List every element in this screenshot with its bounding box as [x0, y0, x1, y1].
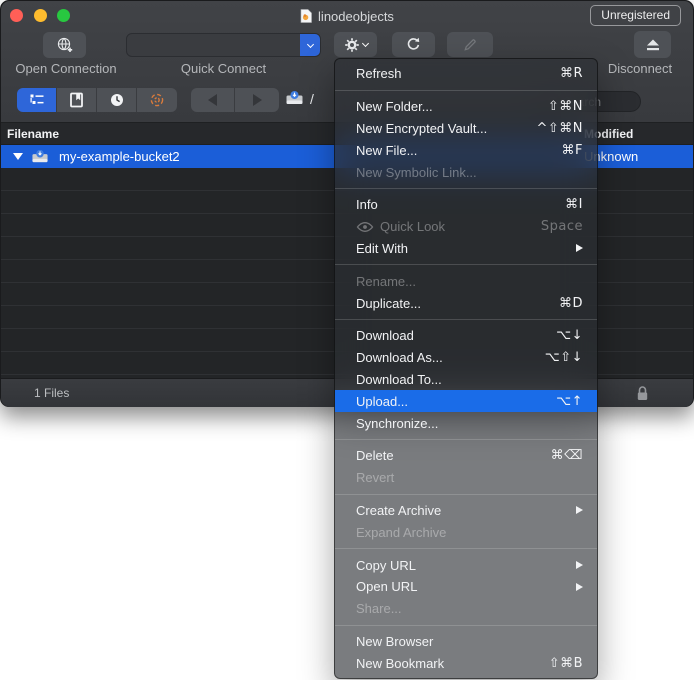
- menu-item-new-folder[interactable]: New Folder... ⇧⌘N: [335, 96, 597, 118]
- menu-item-refresh[interactable]: Refresh ⌘R: [335, 63, 597, 85]
- path-volume-icon[interactable]: [285, 89, 304, 107]
- menu-item-new-browser[interactable]: New Browser: [335, 631, 597, 653]
- view-segmented-control: [17, 88, 177, 112]
- refresh-icon: [405, 36, 422, 53]
- chevron-down-icon: [361, 39, 369, 48]
- menu-separator: [335, 264, 597, 266]
- back-button: [191, 88, 235, 112]
- lock-icon[interactable]: [635, 384, 650, 402]
- menu-item-download-to[interactable]: Download To...: [335, 369, 597, 391]
- bookmark-icon: [69, 92, 84, 108]
- document-proxy-icon: [300, 9, 312, 23]
- combo-dropdown-cap[interactable]: [300, 34, 320, 56]
- back-arrow-icon: [208, 94, 217, 106]
- menu-item-rename: Rename...: [356, 273, 416, 289]
- quick-connect-label: Quick Connect: [180, 61, 267, 76]
- bucket-name: my-example-bucket2: [59, 149, 180, 164]
- menu-separator: [335, 318, 597, 320]
- submenu-arrow-icon: [576, 244, 583, 253]
- file-count: 1 Files: [34, 386, 70, 400]
- menu-item-duplicate[interactable]: Duplicate... ⌘D: [335, 292, 597, 314]
- submenu-arrow-icon: [576, 506, 583, 515]
- menu-item-new-symbolic-link: New Symbolic Link...: [356, 164, 477, 180]
- forward-arrow-icon: [252, 94, 262, 106]
- menu-item-info[interactable]: Info ⌘I: [335, 194, 597, 216]
- outline-view-icon: [29, 92, 45, 108]
- menu-item-new-file[interactable]: New File... ⌘F: [335, 139, 597, 161]
- disconnect-button[interactable]: [634, 31, 671, 58]
- open-connection-button[interactable]: [43, 32, 86, 58]
- pencil-icon: [462, 37, 478, 53]
- menu-item-upload[interactable]: Upload... ⌥↑: [335, 390, 597, 413]
- menu-item-create-archive[interactable]: Create Archive: [335, 500, 597, 522]
- menu-item-share: Share...: [356, 601, 402, 617]
- menu-item-new-encrypted-vault[interactable]: New Encrypted Vault... ^⇧⌘N: [335, 118, 597, 140]
- menu-item-synchronize[interactable]: Synchronize...: [335, 412, 597, 434]
- disclosure-triangle-icon[interactable]: [13, 153, 23, 160]
- quick-connect-combobox[interactable]: [126, 33, 321, 57]
- menu-item-new-bookmark[interactable]: New Bookmark ⇧⌘B: [335, 652, 597, 674]
- menu-separator: [335, 187, 597, 189]
- bookmarks-segment[interactable]: [57, 88, 97, 112]
- menu-item-delete[interactable]: Delete ⌘⌫: [335, 445, 597, 467]
- menu-item-download-as[interactable]: Download As... ⌥⇧↓: [335, 347, 597, 369]
- menu-item-revert: Revert: [356, 470, 395, 486]
- menu-item-expand-archive: Expand Archive: [356, 524, 447, 540]
- bonjour-segment[interactable]: [137, 88, 177, 112]
- menu-item-download[interactable]: Download ⌥↓: [335, 325, 597, 347]
- window-title: linodeobjects: [318, 8, 394, 24]
- gear-icon: [344, 37, 360, 53]
- eye-icon: [356, 220, 374, 234]
- action-menu-button[interactable]: [334, 32, 377, 57]
- clock-icon: [109, 92, 125, 108]
- open-connection-label: Open Connection: [15, 61, 117, 76]
- menu-item-edit-with[interactable]: Edit With: [335, 238, 597, 260]
- menu-separator: [335, 493, 597, 495]
- menu-item-open-url[interactable]: Open URL: [335, 576, 597, 598]
- globe-plus-icon: [56, 36, 74, 54]
- forward-button: [235, 88, 279, 112]
- chevron-down-icon: [306, 40, 314, 48]
- titlebar: linodeobjects: [1, 6, 693, 26]
- disconnect-label: Disconnect: [607, 61, 673, 76]
- history-nav-control: [191, 88, 279, 112]
- menu-item-copy-url[interactable]: Copy URL: [335, 554, 597, 576]
- action-menu: Refresh ⌘R New Folder... ⇧⌘N New Encrypted…: [334, 58, 598, 680]
- current-path[interactable]: /: [310, 91, 314, 107]
- menu-separator: [335, 438, 597, 440]
- menu-separator: [335, 89, 597, 91]
- browser-view-segment[interactable]: [17, 88, 57, 112]
- filename-column-header[interactable]: Filename: [7, 127, 59, 141]
- edit-button: [447, 32, 493, 57]
- eject-icon: [644, 37, 662, 53]
- refresh-button[interactable]: [392, 32, 435, 57]
- bucket-volume-icon: [31, 148, 49, 165]
- submenu-arrow-icon: [576, 582, 583, 591]
- menu-separator: [335, 548, 597, 550]
- submenu-arrow-icon: [576, 561, 583, 570]
- history-segment[interactable]: [97, 88, 137, 112]
- unregistered-badge[interactable]: Unregistered: [590, 5, 681, 26]
- menu-separator: [335, 624, 597, 626]
- bonjour-icon: [149, 92, 165, 108]
- menu-item-quick-look: Quick Look Space: [335, 216, 597, 238]
